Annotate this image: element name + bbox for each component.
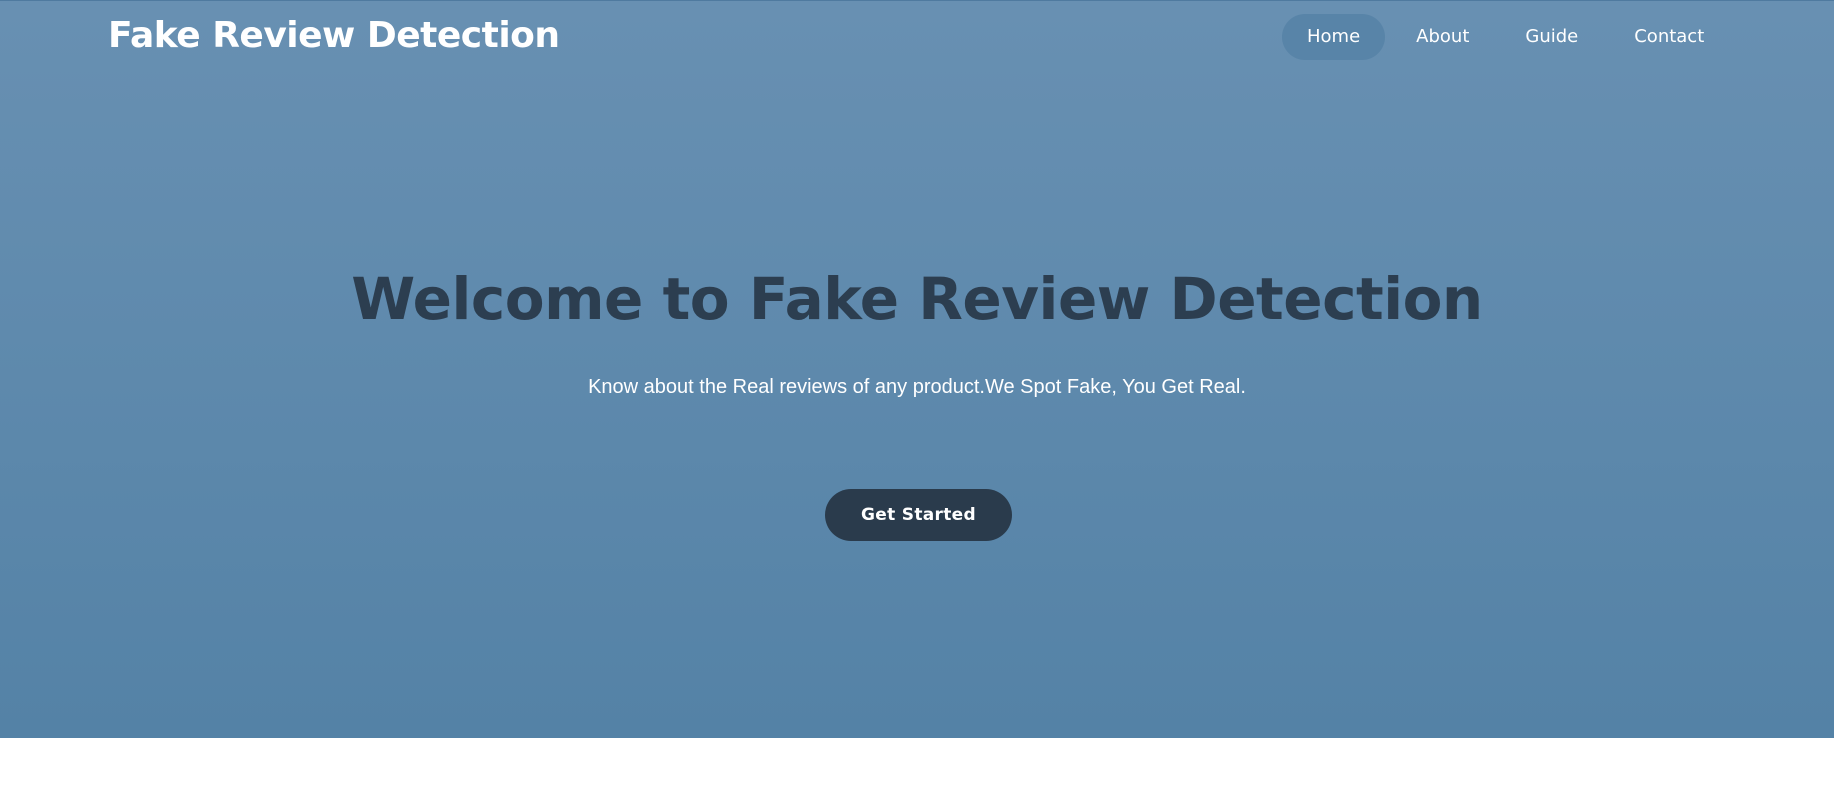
navbar: Fake Review Detection Home About Guide C…: [0, 1, 1834, 73]
below-hero-area: [0, 738, 1834, 808]
nav-link-home[interactable]: Home: [1282, 14, 1386, 60]
get-started-button[interactable]: Get Started: [825, 489, 1012, 541]
nav-links: Home About Guide Contact: [1282, 14, 1729, 60]
brand-logo-text[interactable]: Fake Review Detection: [108, 13, 560, 59]
hero-title: Welcome to Fake Review Detection: [351, 265, 1483, 333]
nav-link-guide[interactable]: Guide: [1500, 14, 1603, 60]
hero-section: Fake Review Detection Home About Guide C…: [0, 0, 1834, 738]
hero-subtitle: Know about the Real reviews of any produ…: [588, 376, 1246, 398]
nav-link-about[interactable]: About: [1391, 14, 1494, 60]
page: Fake Review Detection Home About Guide C…: [0, 0, 1834, 808]
nav-link-contact[interactable]: Contact: [1609, 14, 1729, 60]
